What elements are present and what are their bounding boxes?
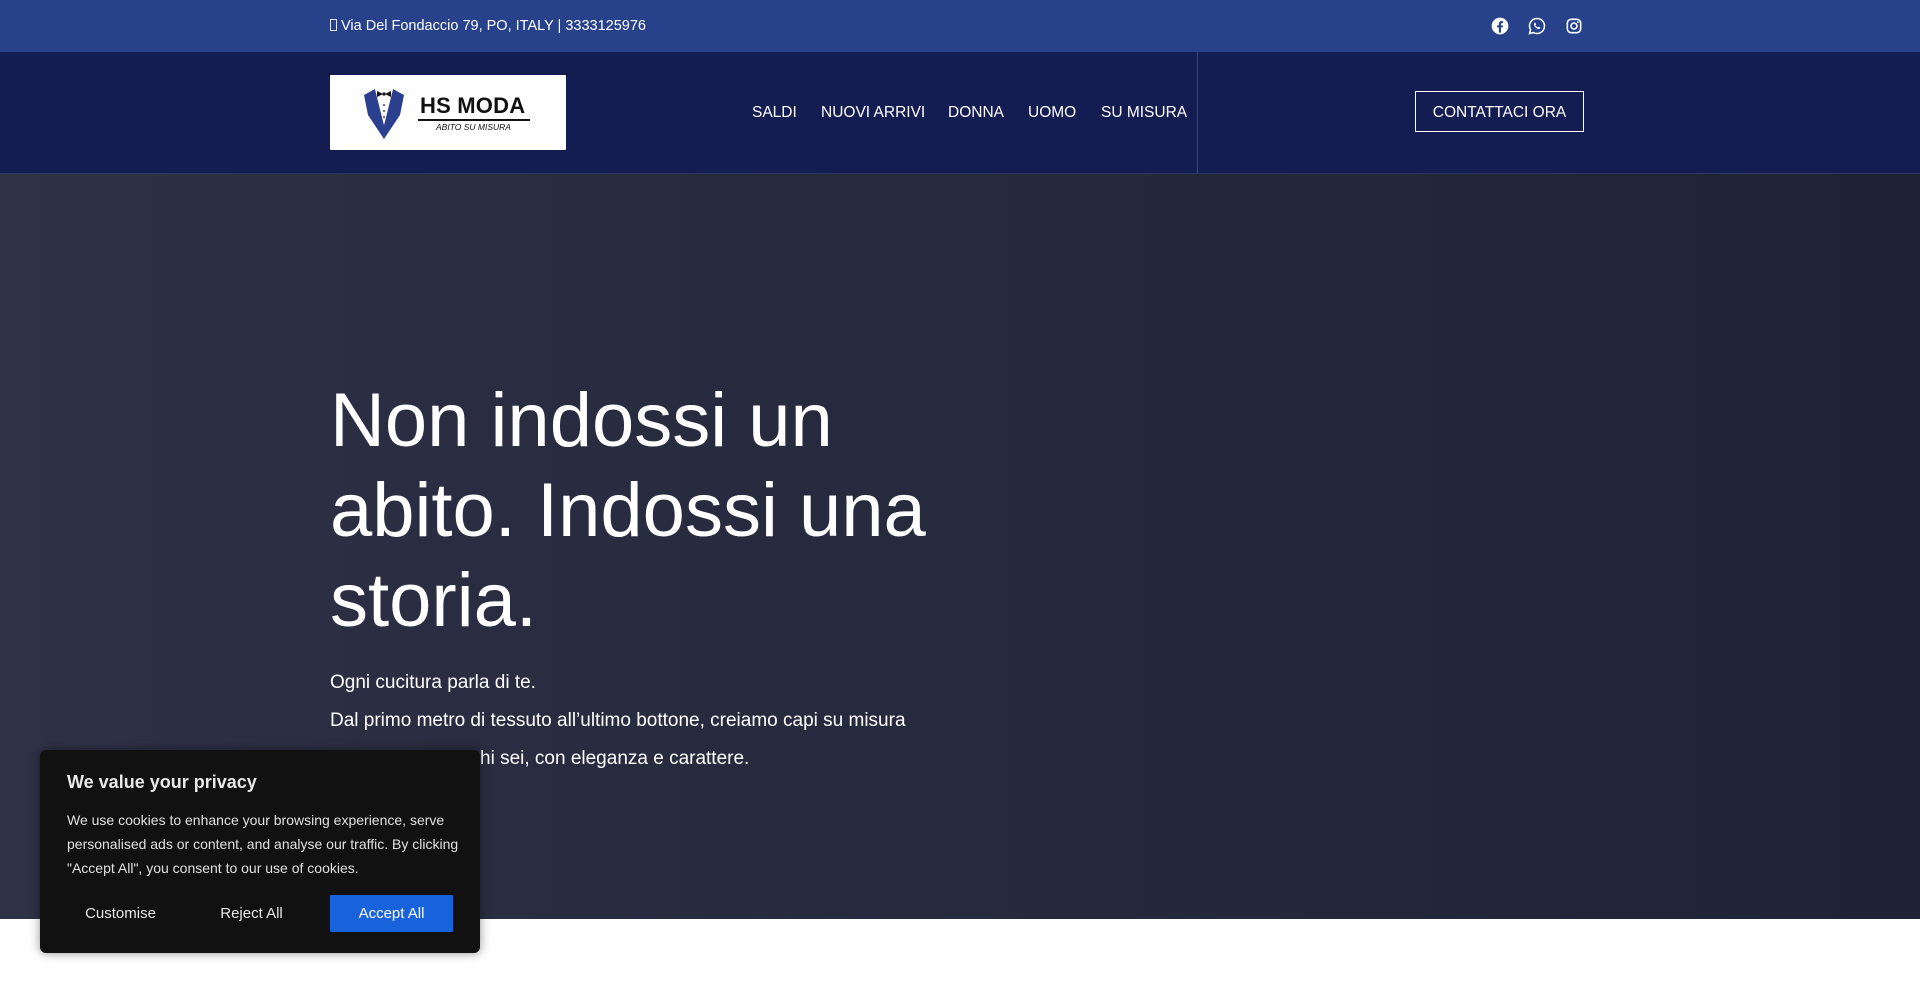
logo-divider <box>418 119 530 121</box>
header-divider <box>1197 52 1198 173</box>
hero-text-line-2: Dal primo metro di tessuto all’ultimo bo… <box>330 710 906 731</box>
top-bar: Via Del Fondaccio 79, PO, ITALY | 333312… <box>0 0 1920 52</box>
main-header: HS MODA ABITO SU MISURA SALDI NUOVI ARRI… <box>0 52 1920 174</box>
reject-all-button[interactable]: Reject All <box>198 895 305 932</box>
nav-item-uomo[interactable]: UOMO <box>1028 52 1076 173</box>
logo-brand: HS MODA <box>420 93 526 118</box>
instagram-icon[interactable] <box>1564 16 1584 36</box>
customise-button[interactable]: Customise <box>67 895 174 932</box>
logo-tagline: ABITO SU MISURA <box>436 122 511 132</box>
hero-text-line-3: hi sei, con eleganza e carattere. <box>480 748 750 769</box>
map-marker-icon <box>330 19 337 31</box>
contact-now-button[interactable]: CONTATTACI ORA <box>1415 91 1584 132</box>
facebook-icon[interactable] <box>1490 16 1510 36</box>
accept-all-button[interactable]: Accept All <box>330 895 453 932</box>
hero-text-line-1: Ogni cucitura parla di te. <box>330 672 536 693</box>
cookie-title: We value your privacy <box>67 772 257 792</box>
whatsapp-icon[interactable] <box>1527 16 1547 36</box>
hero-title: Non indossi un abito. Indossi una storia… <box>330 378 926 643</box>
nav-item-donna[interactable]: DONNA <box>948 52 1004 173</box>
nav-item-su-misura[interactable]: SU MISURA <box>1101 52 1187 173</box>
cookie-message: We use cookies to enhance your browsing … <box>67 812 459 876</box>
contact-info: Via Del Fondaccio 79, PO, ITALY | 333312… <box>330 0 646 52</box>
nav-item-saldi[interactable]: SALDI <box>752 52 797 173</box>
cookie-consent-banner: We value your privacy We use cookies to … <box>40 750 480 953</box>
contact-text: Via Del Fondaccio 79, PO, ITALY | 333312… <box>341 18 646 34</box>
site-logo[interactable]: HS MODA ABITO SU MISURA <box>330 75 566 150</box>
nav-item-nuovi-arrivi[interactable]: NUOVI ARRIVI <box>821 52 925 173</box>
tuxedo-icon <box>364 89 404 139</box>
